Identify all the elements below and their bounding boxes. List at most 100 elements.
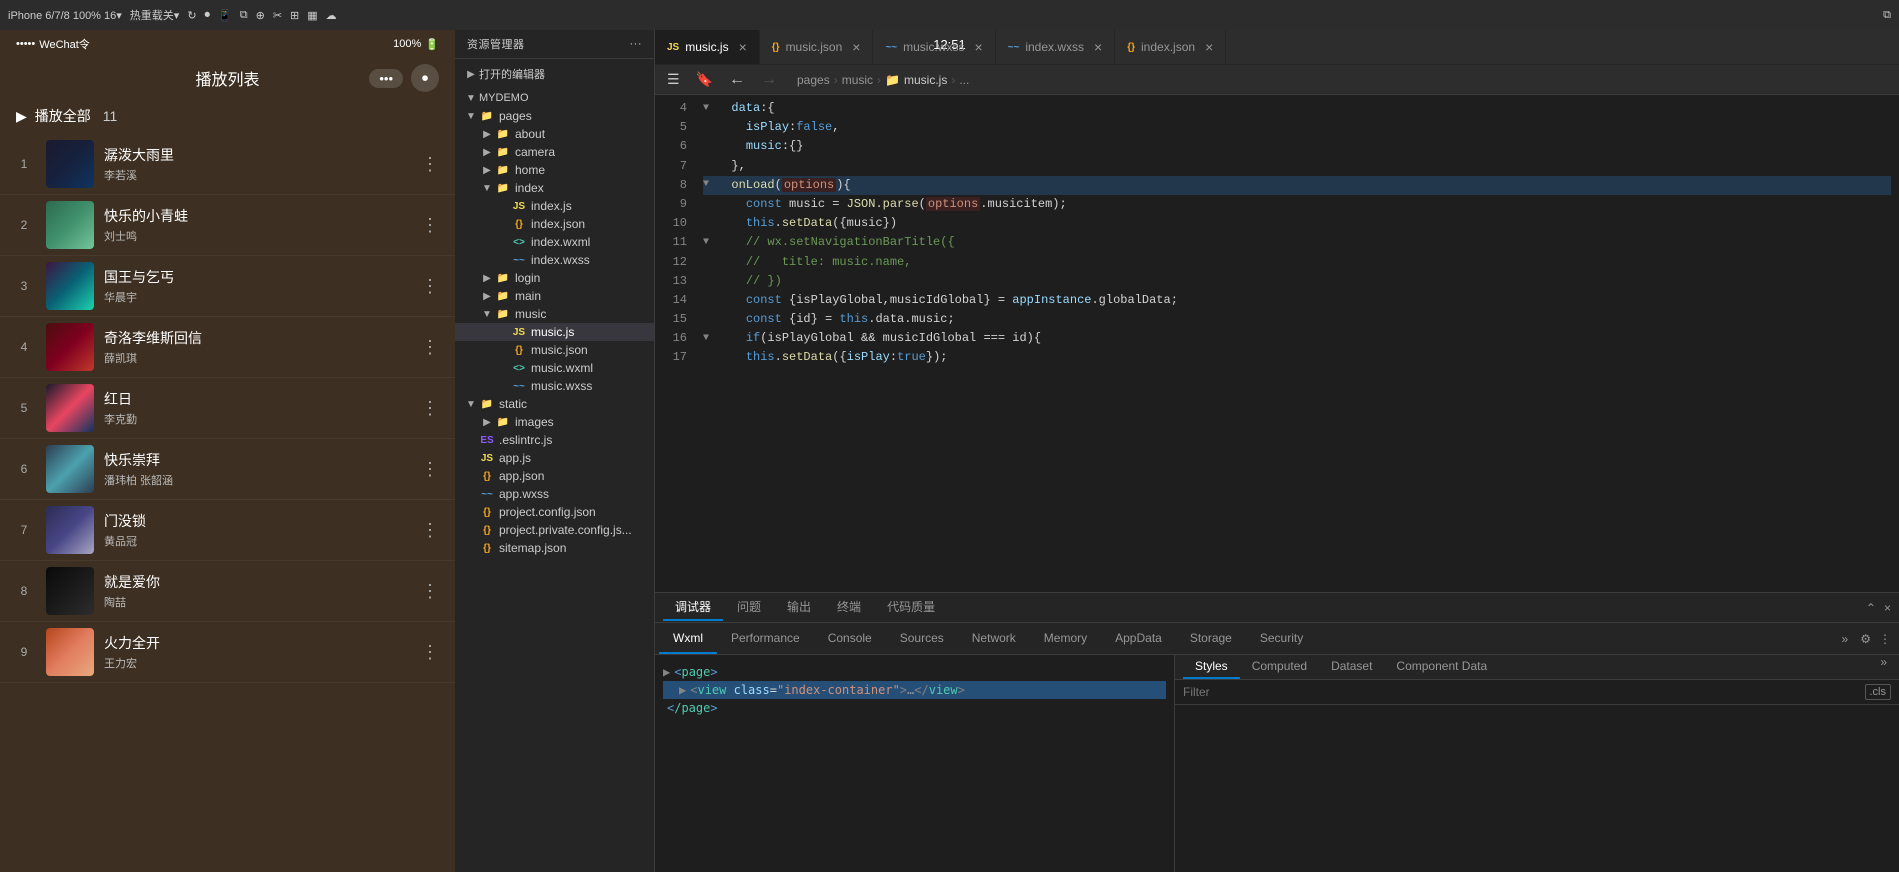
- tree-item-music-json[interactable]: {} music.json: [455, 341, 654, 359]
- code-line-7[interactable]: },: [703, 157, 1891, 176]
- bottom-tab-终端[interactable]: 终端: [825, 594, 873, 621]
- tree-item-eslintrc[interactable]: ES .eslintrc.js: [455, 431, 654, 449]
- devtools-tab-security[interactable]: Security: [1246, 623, 1317, 654]
- song-more-icon[interactable]: ⋮: [417, 577, 443, 606]
- tree-item-main[interactable]: ▶ 📁 main: [455, 287, 654, 305]
- breadcrumb-file[interactable]: music.js: [904, 73, 947, 87]
- devtools-tab-storage[interactable]: Storage: [1176, 623, 1246, 654]
- breadcrumb-music[interactable]: music: [842, 73, 873, 87]
- tree-item-music-wxml[interactable]: <> music.wxml: [455, 359, 654, 377]
- tab-close-icon[interactable]: ×: [974, 39, 982, 55]
- file-tree[interactable]: ▶ 打开的编辑器 ▼ MYDEMO ▼ 📁 pages ▶ 📁 about ▶ …: [455, 59, 654, 872]
- styles-sub-tab-styles[interactable]: Styles: [1183, 655, 1240, 679]
- tree-item-about[interactable]: ▶ 📁 about: [455, 125, 654, 143]
- code-line-12[interactable]: // title: music.name,: [703, 253, 1891, 272]
- record-btn[interactable]: ⏺: [411, 64, 439, 92]
- more-dots-btn[interactable]: •••: [369, 69, 403, 88]
- tree-item-app-wxss[interactable]: ~~ app.wxss: [455, 485, 654, 503]
- layout-icon[interactable]: ▦: [307, 9, 317, 22]
- stop-icon[interactable]: ⏺: [205, 9, 211, 22]
- tree-item-pages[interactable]: ▼ 📁 pages: [455, 107, 654, 125]
- tree-item-home[interactable]: ▶ 📁 home: [455, 161, 654, 179]
- editor-tab-index-wxss[interactable]: ~~ index.wxss ×: [996, 30, 1116, 64]
- song-more-icon[interactable]: ⋮: [417, 272, 443, 301]
- devtools-tab-console[interactable]: Console: [814, 623, 886, 654]
- devtools-tab-performance[interactable]: Performance: [717, 623, 814, 654]
- tree-item-index-js[interactable]: JS index.js: [455, 197, 654, 215]
- song-more-icon[interactable]: ⋮: [417, 638, 443, 667]
- tree-item-static[interactable]: ▼ 📁 static: [455, 395, 654, 413]
- compile-icon[interactable]: ⊕: [256, 9, 265, 22]
- devtools-tab-appdata[interactable]: AppData: [1101, 623, 1176, 654]
- tab-close-icon[interactable]: ×: [1094, 39, 1102, 55]
- styles-sub-tab-component data[interactable]: Component Data: [1384, 655, 1499, 679]
- hot-reload-btn[interactable]: 热重载关▾: [130, 7, 180, 23]
- tree-item-music-wxss-file[interactable]: ~~ music.wxss: [455, 377, 654, 395]
- tree-item-login[interactable]: ▶ 📁 login: [455, 269, 654, 287]
- fold-arrow[interactable]: ▼: [703, 177, 717, 193]
- editor-tab-index-json[interactable]: {} index.json ×: [1115, 30, 1226, 64]
- list-item[interactable]: 5 红日 李克勤 ⋮: [0, 378, 455, 439]
- tree-item-sitemap[interactable]: {} sitemap.json: [455, 539, 654, 557]
- editor-tab-music-wxss[interactable]: ~~ music.wxss ×: [873, 30, 995, 64]
- dom-view-fold[interactable]: ▶: [679, 683, 686, 697]
- tree-item-music[interactable]: ▼ 📁 music: [455, 305, 654, 323]
- back-icon[interactable]: ←: [725, 69, 749, 91]
- code-line-4[interactable]: ▼ data:{: [703, 99, 1891, 118]
- grid-icon[interactable]: ⊞: [290, 9, 299, 22]
- song-more-icon[interactable]: ⋮: [417, 150, 443, 179]
- code-content[interactable]: ▼ data:{ isPlay:false, music:{} },▼ onLo…: [695, 95, 1899, 592]
- bottom-tab-调试器[interactable]: 调试器: [663, 594, 723, 621]
- tree-item-index-wxml[interactable]: <> index.wxml: [455, 233, 654, 251]
- code-line-9[interactable]: const music = JSON.parse(options.musicit…: [703, 195, 1891, 214]
- styles-sub-tab-dataset[interactable]: Dataset: [1319, 655, 1384, 679]
- mydemo-header[interactable]: ▼ MYDEMO: [455, 89, 654, 107]
- list-item[interactable]: 7 门没锁 黄品冠 ⋮: [0, 500, 455, 561]
- bottom-tab-问题[interactable]: 问题: [725, 594, 773, 621]
- phone-icon[interactable]: 📱: [218, 9, 232, 22]
- tab-close-icon[interactable]: ×: [739, 39, 747, 55]
- devtools-tab-memory[interactable]: Memory: [1030, 623, 1101, 654]
- tree-item-index[interactable]: ▼ 📁 index: [455, 179, 654, 197]
- dom-tree[interactable]: ▶ <page> ▶ <view class="index-container"…: [655, 655, 1175, 872]
- devtools-settings-icon[interactable]: ⚙: [1856, 632, 1875, 646]
- tree-item-camera[interactable]: ▶ 📁 camera: [455, 143, 654, 161]
- fold-arrow[interactable]: ▼: [703, 331, 717, 347]
- tree-item-index-wxss[interactable]: ~~ index.wxss: [455, 251, 654, 269]
- dom-view-line[interactable]: ▶ <view class="index-container">…</view>: [663, 681, 1166, 699]
- fold-arrow[interactable]: ▼: [703, 235, 717, 251]
- tab-close-icon[interactable]: ×: [1205, 39, 1213, 55]
- list-item[interactable]: 3 国王与乞丐 华晨宇 ⋮: [0, 256, 455, 317]
- tree-item-app-json[interactable]: {} app.json: [455, 467, 654, 485]
- open-editors-header[interactable]: ▶ 打开的编辑器: [455, 63, 654, 85]
- dom-fold-icon[interactable]: ▶: [663, 665, 670, 679]
- tree-item-images[interactable]: ▶ 📁 images: [455, 413, 654, 431]
- devtools-more-icon[interactable]: »: [1834, 632, 1857, 646]
- multiwindow-icon[interactable]: ⧉: [240, 9, 248, 22]
- styles-filter-input[interactable]: [1183, 685, 1857, 699]
- list-item[interactable]: 1 潺泼大雨里 李若溪 ⋮: [0, 134, 455, 195]
- cloud-icon[interactable]: ☁: [326, 9, 337, 22]
- panel-minimize-icon[interactable]: ⌃: [1866, 601, 1876, 615]
- song-more-icon[interactable]: ⋮: [417, 516, 443, 545]
- refresh-icon[interactable]: ↻: [187, 9, 196, 22]
- code-line-11[interactable]: ▼ // wx.setNavigationBarTitle({: [703, 233, 1891, 252]
- list-item[interactable]: 4 奇洛李维斯回信 薛凯琪 ⋮: [0, 317, 455, 378]
- list-item[interactable]: 9 火力全开 王力宏 ⋮: [0, 622, 455, 683]
- song-more-icon[interactable]: ⋮: [417, 211, 443, 240]
- forward-icon[interactable]: →: [757, 69, 781, 91]
- code-line-15[interactable]: const {id} = this.data.music;: [703, 310, 1891, 329]
- tree-item-index-json[interactable]: {} index.json: [455, 215, 654, 233]
- list-item[interactable]: 6 快乐崇拜 潘玮柏 张韶涵 ⋮: [0, 439, 455, 500]
- cut-icon[interactable]: ✂: [273, 9, 282, 22]
- bottom-tab-代码质量[interactable]: 代码质量: [875, 594, 947, 621]
- dom-page-close[interactable]: </page>: [663, 699, 1166, 717]
- code-line-17[interactable]: this.setData({isPlay:true});: [703, 348, 1891, 367]
- panel-close-icon[interactable]: ×: [1884, 601, 1891, 615]
- list-item[interactable]: 2 快乐的小青蛙 刘士鸣 ⋮: [0, 195, 455, 256]
- devtools-tab-wxml[interactable]: Wxml: [659, 623, 717, 654]
- playlist-list[interactable]: 1 潺泼大雨里 李若溪 ⋮ 2 快乐的小青蛙 刘士鸣 ⋮ 3 国王与乞丐 华晨宇…: [0, 134, 455, 872]
- code-line-14[interactable]: const {isPlayGlobal,musicIdGlobal} = app…: [703, 291, 1891, 310]
- code-line-8[interactable]: ▼ onLoad(options){: [703, 176, 1891, 195]
- multiwindow-icon2[interactable]: ⧉: [1883, 9, 1891, 22]
